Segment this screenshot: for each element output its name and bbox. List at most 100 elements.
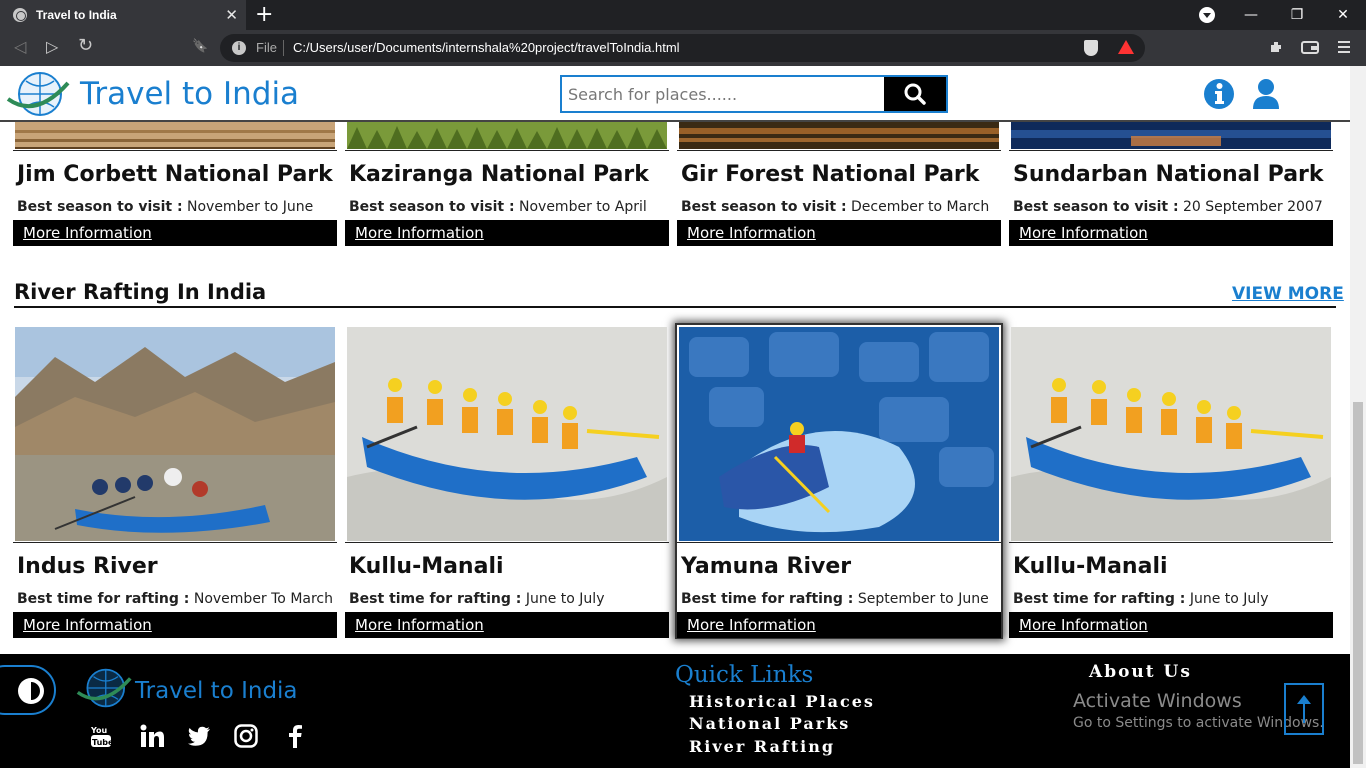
more-info-bar: More Information <box>1009 220 1333 246</box>
address-bar[interactable]: i File C:/Users/user/Documents/internsha… <box>220 34 1145 62</box>
park-title: Kaziranga National Park <box>349 162 649 187</box>
menu-icon[interactable] <box>1338 39 1350 55</box>
more-info-link[interactable]: More Information <box>23 224 152 242</box>
season-value: November to June <box>182 199 314 215</box>
more-info-bar: More Information <box>345 220 669 246</box>
season-value: November to April <box>514 199 647 215</box>
section-title: River Rafting In India <box>14 280 267 304</box>
restore-button[interactable]: ❐ <box>1274 0 1320 30</box>
more-info-link[interactable]: More Information <box>355 224 484 242</box>
more-info-link[interactable]: More Information <box>687 616 816 634</box>
info-icon[interactable]: i <box>232 41 246 55</box>
bookmark-icon[interactable]: 🔖 <box>192 39 208 54</box>
activate-windows-title: Activate Windows <box>1073 690 1242 712</box>
more-info-link[interactable]: More Information <box>687 224 816 242</box>
quick-links-title: Quick Links <box>675 662 814 688</box>
divider <box>677 542 1001 543</box>
scrollbar-thumb[interactable] <box>1353 402 1363 764</box>
search-button[interactable] <box>884 77 946 111</box>
park-season: Best season to visit : November to June <box>17 199 313 215</box>
more-info-link[interactable]: More Information <box>1019 616 1148 634</box>
view-more-link[interactable]: VIEW MORE <box>1232 284 1344 304</box>
quick-link-historical-places[interactable]: Historical Places <box>689 692 875 711</box>
park-image[interactable] <box>679 122 999 149</box>
scheme-label: File <box>256 40 277 55</box>
youtube-icon[interactable]: You Tube <box>89 723 115 749</box>
extensions-icon[interactable] <box>1268 39 1284 55</box>
park-title: Jim Corbett National Park <box>17 162 333 187</box>
season-value: November To March <box>189 591 334 607</box>
site-footer: Travel to India You Tube Quick Links Hist… <box>0 654 1350 768</box>
more-info-bar: More Information <box>13 612 337 638</box>
facebook-icon[interactable] <box>282 723 308 749</box>
divider <box>345 542 669 543</box>
footer-brand[interactable]: Travel to India <box>135 678 298 704</box>
about-us-link[interactable]: About Us <box>1089 662 1192 682</box>
close-tab-icon[interactable]: ✕ <box>225 6 238 24</box>
park-image[interactable] <box>1011 122 1331 149</box>
divider <box>677 150 1001 151</box>
rafting-season: Best time for rafting : September to Jun… <box>681 591 989 607</box>
rafting-title: Kullu-Manali <box>1013 554 1168 579</box>
rafting-season: Best time for rafting : November To Marc… <box>17 591 333 607</box>
reload-button[interactable]: ↻ <box>78 35 93 56</box>
page-scrollbar[interactable] <box>1350 66 1366 768</box>
browser-tab-bar: Travel to India ✕ + — ❐ ✕ <box>0 0 1366 30</box>
rafting-title: Yamuna River <box>681 554 852 579</box>
browser-tab[interactable]: Travel to India ✕ <box>0 0 246 30</box>
window-close-button[interactable]: ✕ <box>1320 0 1366 30</box>
tab-search-icon[interactable] <box>1199 7 1215 23</box>
park-image[interactable] <box>347 122 667 149</box>
divider <box>13 542 337 543</box>
search-input[interactable] <box>562 77 884 111</box>
minimize-button[interactable]: — <box>1228 0 1274 30</box>
info-circle-icon[interactable] <box>1203 78 1235 110</box>
more-info-link[interactable]: More Information <box>355 616 484 634</box>
rafting-image[interactable] <box>347 327 667 541</box>
section-divider <box>14 306 1336 308</box>
instagram-icon[interactable] <box>233 723 259 749</box>
rafting-image[interactable] <box>15 327 335 541</box>
theme-toggle-button[interactable] <box>0 665 56 715</box>
divider <box>13 150 337 151</box>
park-title: Gir Forest National Park <box>681 162 980 187</box>
brave-shield-icon[interactable] <box>1084 40 1098 56</box>
linkedin-icon[interactable] <box>139 723 165 749</box>
divider <box>1009 542 1333 543</box>
season-label: Best season to visit : <box>681 199 847 215</box>
wallet-icon[interactable] <box>1301 39 1319 55</box>
rafting-title: Kullu-Manali <box>349 554 504 579</box>
new-tab-button[interactable]: + <box>255 2 273 27</box>
rafting-season: Best time for rafting : June to July <box>1013 591 1268 607</box>
season-label: Best time for rafting : <box>17 591 190 607</box>
more-info-link[interactable]: More Information <box>23 616 152 634</box>
divider <box>283 40 284 56</box>
park-season: Best season to visit : December to March <box>681 199 989 215</box>
quick-link-national-parks[interactable]: National Parks <box>689 714 850 733</box>
more-info-bar: More Information <box>13 220 337 246</box>
park-image[interactable] <box>15 122 335 149</box>
back-to-top-button[interactable] <box>1284 683 1324 735</box>
globe-icon <box>13 8 27 22</box>
more-info-link[interactable]: More Information <box>1019 224 1148 242</box>
brave-rewards-icon[interactable] <box>1118 40 1134 54</box>
rafting-image[interactable] <box>679 327 999 541</box>
back-button[interactable]: ◁ <box>14 37 26 56</box>
divider <box>345 150 669 151</box>
more-info-bar: More Information <box>677 612 1001 638</box>
rafting-image[interactable] <box>1011 327 1331 541</box>
tab-title: Travel to India <box>36 8 117 22</box>
url-text[interactable]: C:/Users/user/Documents/internshala%20pr… <box>293 40 680 55</box>
site-brand[interactable]: Travel to India <box>80 76 299 112</box>
twitter-icon[interactable] <box>186 723 212 749</box>
season-label: Best season to visit : <box>349 199 515 215</box>
forward-button[interactable]: ▷ <box>46 37 58 56</box>
svg-text:Tube: Tube <box>92 738 114 747</box>
quick-link-river-rafting[interactable]: River Rafting <box>689 737 835 756</box>
contrast-icon <box>18 678 44 704</box>
user-icon[interactable] <box>1252 78 1280 110</box>
season-label: Best time for rafting : <box>349 591 522 607</box>
divider <box>1009 150 1333 151</box>
globe-logo-icon <box>76 668 132 708</box>
browser-toolbar: ◁ ▷ ↻ 🔖 i File C:/Users/user/Documents/i… <box>0 30 1366 66</box>
